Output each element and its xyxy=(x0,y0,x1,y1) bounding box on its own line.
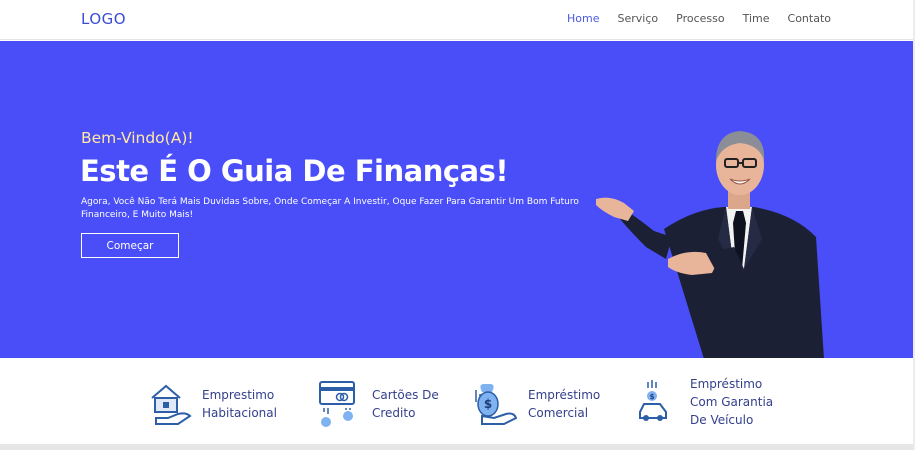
hero-section: Bem-Vindo(A)! Este É O Guia De Finanças!… xyxy=(0,41,913,358)
svg-text:$: $ xyxy=(650,393,655,401)
hero-headline: Este É O Guia De Finanças! xyxy=(80,154,509,188)
service-label: Emprestimo Habitacional xyxy=(202,388,277,420)
nav-time-link[interactable]: Time xyxy=(743,12,770,25)
car-loan-icon: $ xyxy=(639,380,667,421)
main-nav: Home Serviço Processo Time Contato xyxy=(567,12,831,25)
service-label: Cartões De Credito xyxy=(372,388,439,420)
service-label: Empréstimo Comercial xyxy=(528,388,601,420)
service-emprestimo-garantia-veiculo[interactable]: $ Empréstimo Com Garantia De Veículo xyxy=(636,375,773,429)
money-bag-hand-icon: $ xyxy=(475,384,518,425)
service-emprestimo-habitacional[interactable]: Emprestimo Habitacional xyxy=(148,380,277,428)
service-label: Empréstimo Com Garantia De Veículo xyxy=(690,377,774,427)
services-strip: Emprestimo Habitacional Cartões De Credi… xyxy=(0,358,913,444)
nav-servico-link[interactable]: Serviço xyxy=(618,12,659,25)
service-cartoes-de-credito[interactable]: Cartões De Credito xyxy=(318,380,439,428)
nav-contato-link[interactable]: Contato xyxy=(788,12,831,25)
nav-processo-link[interactable]: Processo xyxy=(676,12,724,25)
footer-divider xyxy=(0,444,913,450)
svg-text:$: $ xyxy=(484,397,492,411)
hero-subtitle: Agora, Você Não Terá Mais Duvidas Sobre,… xyxy=(81,197,579,220)
top-navbar: LOGO Home Serviço Processo Time Contato xyxy=(0,0,913,40)
logo[interactable]: LOGO xyxy=(81,10,126,28)
credit-card-icon xyxy=(319,381,355,427)
house-loan-icon xyxy=(151,384,192,425)
page: LOGO Home Serviço Processo Time Contato … xyxy=(0,0,913,450)
businessman-image xyxy=(596,131,824,358)
service-emprestimo-comercial[interactable]: $ Empréstimo Comercial xyxy=(474,380,600,428)
nav-home-link[interactable]: Home xyxy=(567,12,599,25)
comecar-button[interactable]: Começar xyxy=(81,233,179,258)
hero-greeting: Bem-Vindo(A)! xyxy=(81,129,194,147)
